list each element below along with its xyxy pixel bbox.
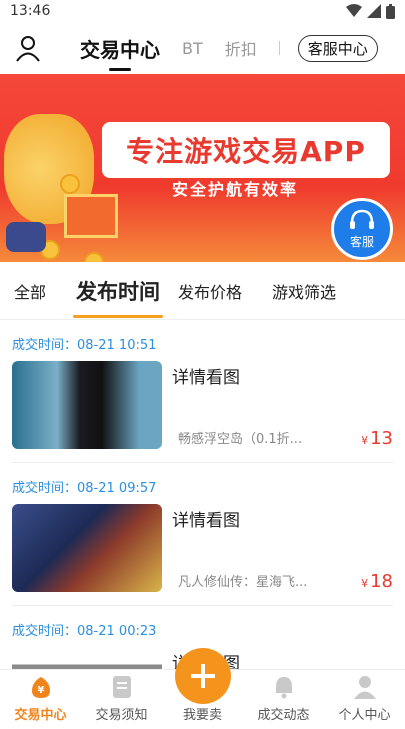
tab-bt[interactable]: BT [182, 39, 203, 58]
coin-decoration [60, 174, 80, 194]
customer-service-button[interactable]: 客服中心 [297, 34, 378, 62]
nav-profile-label: 个人中心 [338, 708, 391, 723]
nav-deal-updates[interactable]: 成交动态 [243, 670, 324, 729]
deal-time-label: 成交时间： [12, 338, 78, 353]
deal-thumbnail[interactable] [12, 504, 162, 592]
floating-service-button[interactable]: 客服 [331, 198, 393, 260]
nav-sell[interactable]: 我要卖 [162, 648, 243, 729]
deal-price: ¥13 [361, 428, 393, 449]
status-time: 13:46 [10, 3, 51, 19]
deal-game-name: 畅感浮空岛（0.1折... [178, 432, 303, 447]
signal-icon [367, 4, 381, 18]
price-value: 18 [370, 571, 393, 592]
deal-time: 成交时间：08-21 10:51 [12, 334, 393, 353]
nav-sell-label: 我要卖 [182, 708, 222, 723]
banner-title-card: 专注游戏交易APP [102, 122, 390, 178]
deal-time-label: 成交时间： [12, 481, 78, 496]
currency-symbol: ¥ [361, 577, 369, 590]
status-bar: 13:46 [0, 0, 405, 22]
nav-trade-center[interactable]: ¥ 交易中心 [0, 670, 81, 729]
deal-time: 成交时间：08-21 00:23 [12, 620, 393, 639]
promo-banner[interactable]: 专注游戏交易APP 安全护航有效率 客服 [0, 74, 405, 262]
currency-symbol: ¥ [361, 434, 369, 447]
deal-detail: 详情看图 [172, 368, 240, 388]
deal-time-value: 08-21 09:57 [77, 481, 157, 496]
deal-thumbnail[interactable] [12, 361, 162, 449]
tab-discount[interactable]: 折扣 [225, 36, 257, 60]
deal-detail: 详情看图 [172, 511, 240, 531]
trade-center-icon: ¥ [31, 677, 50, 698]
bottom-nav: ¥ 交易中心 交易须知 我要卖 成交动态 个人中心 [0, 648, 405, 729]
nav-trade-center-label: 交易中心 [14, 708, 67, 723]
wifi-icon [346, 4, 362, 17]
nav-notice-label: 交易须知 [95, 708, 148, 723]
status-icons [346, 3, 395, 19]
coin-decoration [84, 252, 104, 262]
deal-time-value: 08-21 00:23 [77, 624, 157, 639]
nav-profile[interactable]: 个人中心 [324, 670, 405, 729]
headset-icon [350, 209, 374, 229]
deal-time-label: 成交时间： [12, 624, 78, 639]
deal-time-value: 08-21 10:51 [77, 338, 157, 353]
nav-divider [278, 41, 280, 55]
nav-notice[interactable]: 交易须知 [81, 670, 162, 729]
notice-icon [112, 676, 131, 698]
person-illustration [6, 222, 46, 252]
nav-deal-updates-label: 成交动态 [257, 708, 310, 723]
filter-all[interactable]: 全部 [14, 279, 46, 303]
filter-publish-time[interactable]: 发布时间 [76, 276, 160, 306]
svg-text:¥: ¥ [37, 685, 44, 696]
plus-icon [190, 664, 215, 688]
price-value: 13 [370, 428, 393, 449]
filter-game[interactable]: 游戏筛选 [272, 279, 336, 303]
list-item[interactable]: 成交时间：08-21 10:51 详情看图 畅感浮空岛（0.1折... ¥13 [12, 320, 393, 463]
tab-trade-center[interactable]: 交易中心 [80, 34, 160, 63]
banner-title: 专注游戏交易APP [126, 135, 366, 168]
bell-icon [275, 677, 292, 699]
gift-box-illustration [64, 194, 118, 238]
filter-publish-price[interactable]: 发布价格 [178, 279, 242, 303]
deal-time: 成交时间：08-21 09:57 [12, 477, 393, 496]
banner-subtitle: 安全护航有效率 [172, 180, 299, 199]
person-icon [353, 676, 376, 699]
filter-bar: 全部 发布时间 发布价格 游戏筛选 [0, 262, 405, 320]
sell-button[interactable] [174, 648, 231, 704]
deal-price: ¥18 [361, 571, 393, 592]
battery-icon [386, 3, 395, 19]
top-nav: 交易中心 BT 折扣 客服中心 [0, 22, 405, 74]
list-item[interactable]: 成交时间：08-21 09:57 详情看图 凡人修仙传：星海飞... ¥18 [12, 463, 393, 606]
user-icon[interactable] [14, 34, 42, 62]
deal-game-name: 凡人修仙传：星海飞... [178, 575, 308, 590]
floating-service-label: 客服 [349, 234, 374, 249]
